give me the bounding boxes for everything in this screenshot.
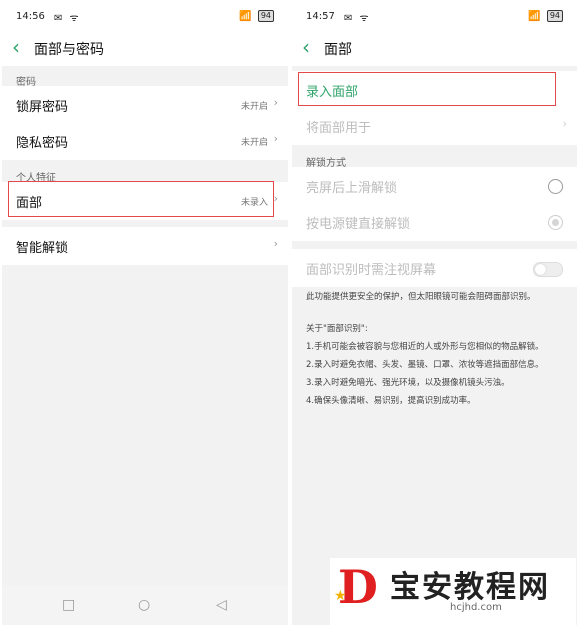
about-item: 4.确保头像清晰、易识别，提高识别成功率。	[306, 396, 476, 406]
attention-label: 面部识别时需注视屏幕	[306, 263, 437, 278]
chevron-right-icon: ›	[273, 132, 278, 145]
row-label: 将面部用于	[306, 121, 372, 136]
status-bar: 14:57 ✉ ᯤ 📶 94	[292, 0, 577, 34]
recent-apps-icon[interactable]: □	[62, 597, 75, 613]
row-label: 隐私密码	[16, 136, 69, 151]
radio-button-selected[interactable]	[548, 215, 563, 230]
about-item: 1.手机可能会被容貌与您相近的人或外形与您相似的物品解锁。	[306, 342, 544, 352]
watermark: D ★ 宝安教程网 hcjhd.com	[330, 558, 576, 625]
status-time: 14:57	[306, 11, 335, 22]
status-icons: ✉ ᯤ	[54, 13, 81, 24]
chevron-right-icon: ›	[273, 237, 278, 250]
row-label: 智能解锁	[16, 241, 69, 256]
smart-unlock-row[interactable]: 智能解锁 ›	[2, 227, 288, 265]
enroll-face-highlight	[298, 72, 556, 106]
back-icon[interactable]: ‹	[12, 36, 20, 58]
status-time: 14:56	[16, 11, 45, 22]
chevron-right-icon: ›	[562, 117, 567, 130]
option-label: 亮屏后上滑解锁	[306, 181, 398, 196]
lockscreen-password-row[interactable]: 锁屏密码 未开启 ›	[2, 86, 288, 124]
row-value: 未开启	[240, 138, 268, 148]
battery-icon: 94	[257, 10, 274, 22]
unlock-option-swipe[interactable]: 亮屏后上滑解锁	[292, 167, 577, 205]
star-icon: ★	[334, 588, 347, 604]
back-nav-icon[interactable]: ◁	[216, 597, 227, 613]
chevron-right-icon: ›	[273, 192, 278, 205]
signal-icon: 📶	[239, 10, 252, 22]
page-title: 面部与密码	[34, 42, 104, 58]
row-value: 未开启	[240, 102, 268, 112]
radio-button[interactable]	[548, 179, 563, 194]
right-screen: 14:57 ✉ ᯤ 📶 94 ‹ 面部 录入面部 将面部用于 › 解锁方式 亮屏…	[292, 0, 577, 625]
privacy-password-row[interactable]: 隐私密码 未开启 ›	[2, 122, 288, 160]
chevron-right-icon: ›	[273, 96, 278, 109]
left-screen: 14:56 ✉ ᯤ 📶 94 ‹ 面部与密码 密码 锁屏密码 未开启 › 隐私密…	[2, 0, 288, 625]
signal-icon: 📶	[528, 10, 541, 22]
attention-toggle[interactable]	[533, 262, 563, 277]
battery-icon: 94	[546, 10, 563, 22]
back-icon[interactable]: ‹	[302, 36, 310, 58]
watermark-url: hcjhd.com	[450, 602, 502, 613]
home-icon[interactable]: ○	[138, 597, 150, 613]
info-text: 此功能提供更安全的保护，但太阳眼镜可能会阻碍面部识别。	[306, 292, 536, 302]
unlock-option-power[interactable]: 按电源键直接解锁	[292, 203, 577, 241]
info-section: 此功能提供更安全的保护，但太阳眼镜可能会阻碍面部识别。 关于"面部识别": 1.…	[306, 288, 569, 410]
attention-row[interactable]: 面部识别时需注视屏幕	[292, 249, 577, 287]
navigation-bar: □ ○ ◁	[2, 585, 288, 625]
row-label: 锁屏密码	[16, 100, 69, 115]
status-bar: 14:56 ✉ ᯤ 📶 94	[2, 0, 288, 34]
about-item: 3.录入时避免暗光、强光环境，以及摄像机镜头污浊。	[306, 378, 510, 388]
status-icons: ✉ ᯤ	[344, 13, 371, 24]
face-row-highlight	[8, 181, 274, 217]
about-title: 关于"面部识别":	[306, 324, 368, 334]
page-title: 面部	[324, 42, 352, 58]
about-item: 2.录入时避免衣帽、头发、墨镜、口罩、浓妆等遮挡面部信息。	[306, 360, 544, 370]
use-face-for-row[interactable]: 将面部用于 ›	[292, 107, 577, 145]
watermark-logo-icon: D	[338, 560, 378, 614]
watermark-brand: 宝安教程网	[390, 570, 550, 605]
option-label: 按电源键直接解锁	[306, 217, 411, 232]
